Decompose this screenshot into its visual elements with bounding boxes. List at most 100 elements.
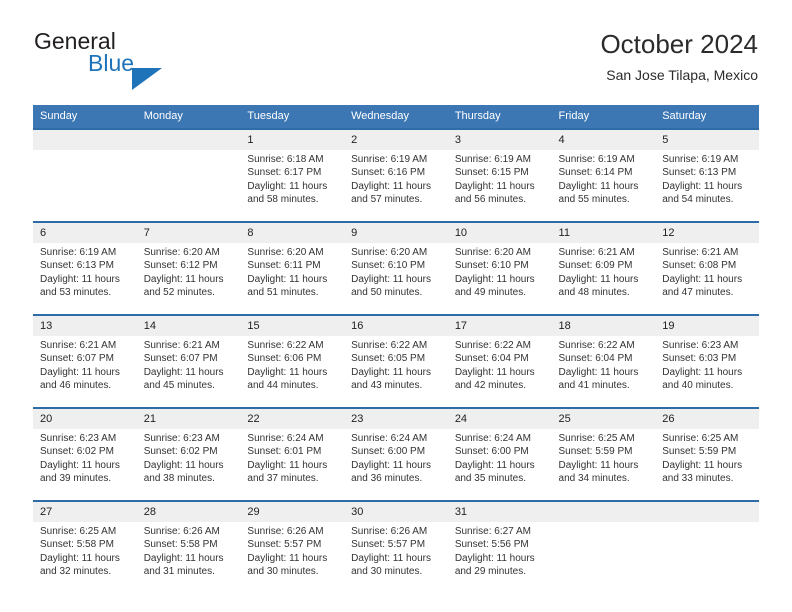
sunrise-text: Sunrise: 6:23 AM <box>143 433 220 444</box>
weekday-header-tuesday: Tuesday <box>240 105 345 128</box>
day-cell[interactable] <box>136 150 241 221</box>
day-number[interactable] <box>33 130 137 150</box>
sunrise-text: Sunrise: 6:23 AM <box>40 433 117 444</box>
day-cell[interactable]: Sunrise: 6:26 AM Sunset: 5:57 PM Dayligh… <box>240 522 345 593</box>
sunset-text: Sunset: 6:06 PM <box>247 353 322 365</box>
daylight-text-line1: Daylight: 11 hours <box>662 366 743 378</box>
day-cell[interactable]: Sunrise: 6:21 AM Sunset: 6:07 PM Dayligh… <box>33 336 137 407</box>
general-blue-logo[interactable]: General Blue <box>34 28 274 90</box>
day-number[interactable]: 3 <box>447 130 552 150</box>
day-number[interactable]: 31 <box>447 502 552 522</box>
daylight-text-line2: and 55 minutes. <box>558 194 630 206</box>
day-number[interactable]: 17 <box>447 316 552 336</box>
day-number[interactable]: 13 <box>33 316 137 336</box>
day-cell[interactable]: Sunrise: 6:26 AM Sunset: 5:58 PM Dayligh… <box>136 522 241 593</box>
sunset-text: Sunset: 6:00 PM <box>454 446 529 458</box>
day-cell[interactable]: Sunrise: 6:19 AM Sunset: 6:15 PM Dayligh… <box>447 150 552 221</box>
daylight-text-line2: and 33 minutes. <box>662 473 734 485</box>
day-number[interactable]: 29 <box>240 502 345 522</box>
day-cell[interactable]: Sunrise: 6:22 AM Sunset: 6:05 PM Dayligh… <box>344 336 448 407</box>
day-cell[interactable]: Sunrise: 6:23 AM Sunset: 6:02 PM Dayligh… <box>33 429 137 500</box>
day-number[interactable]: 20 <box>33 409 137 429</box>
day-cell[interactable]: Sunrise: 6:21 AM Sunset: 6:09 PM Dayligh… <box>551 243 656 314</box>
day-number[interactable]: 26 <box>655 409 759 429</box>
daylight-text-line1: Daylight: 11 hours <box>454 459 535 471</box>
day-cell[interactable]: Sunrise: 6:25 AM Sunset: 5:59 PM Dayligh… <box>655 429 759 500</box>
day-number[interactable]: 10 <box>447 223 552 243</box>
day-cell[interactable]: Sunrise: 6:20 AM Sunset: 6:12 PM Dayligh… <box>136 243 241 314</box>
daylight-text-line1: Daylight: 11 hours <box>558 273 639 285</box>
daylight-text-line2: and 35 minutes. <box>454 473 526 485</box>
sunset-text: Sunset: 6:02 PM <box>40 446 114 458</box>
day-number[interactable]: 28 <box>136 502 241 522</box>
day-number[interactable]: 1 <box>240 130 345 150</box>
day-number[interactable]: 23 <box>344 409 448 429</box>
sunrise-text: Sunrise: 6:26 AM <box>247 526 324 537</box>
calendar-page: General Blue October 2024 San Jose Tilap… <box>0 0 792 612</box>
day-cell[interactable] <box>655 522 759 593</box>
calendar-header-row: Sunday Monday Tuesday Wednesday Thursday… <box>33 105 759 128</box>
day-number[interactable]: 9 <box>344 223 448 243</box>
day-cell[interactable]: Sunrise: 6:19 AM Sunset: 6:13 PM Dayligh… <box>33 243 137 314</box>
day-cell[interactable]: Sunrise: 6:22 AM Sunset: 6:06 PM Dayligh… <box>240 336 345 407</box>
day-cell[interactable]: Sunrise: 6:20 AM Sunset: 6:10 PM Dayligh… <box>447 243 552 314</box>
day-number[interactable]: 16 <box>344 316 448 336</box>
day-number[interactable]: 15 <box>240 316 345 336</box>
day-number[interactable]: 18 <box>551 316 656 336</box>
title-block: October 2024 San Jose Tilapa, Mexico <box>600 28 758 84</box>
sunset-text: Sunset: 6:10 PM <box>351 260 426 272</box>
day-cell[interactable]: Sunrise: 6:25 AM Sunset: 5:59 PM Dayligh… <box>551 429 656 500</box>
day-cell[interactable]: Sunrise: 6:24 AM Sunset: 6:00 PM Dayligh… <box>447 429 552 500</box>
day-number[interactable]: 21 <box>136 409 241 429</box>
day-cell[interactable]: Sunrise: 6:19 AM Sunset: 6:16 PM Dayligh… <box>344 150 448 221</box>
day-cell[interactable]: Sunrise: 6:23 AM Sunset: 6:03 PM Dayligh… <box>655 336 759 407</box>
day-number[interactable]: 6 <box>33 223 137 243</box>
day-number[interactable]: 7 <box>136 223 241 243</box>
day-number[interactable]: 8 <box>240 223 345 243</box>
day-cell[interactable]: Sunrise: 6:22 AM Sunset: 6:04 PM Dayligh… <box>447 336 552 407</box>
day-cell[interactable]: Sunrise: 6:19 AM Sunset: 6:13 PM Dayligh… <box>655 150 759 221</box>
day-number[interactable]: 25 <box>551 409 656 429</box>
sunset-text: Sunset: 5:59 PM <box>662 446 737 458</box>
week-4-daynumbers: 20 21 22 23 24 25 26 <box>33 409 759 429</box>
daylight-text-line2: and 38 minutes. <box>143 473 215 485</box>
day-cell[interactable]: Sunrise: 6:20 AM Sunset: 6:10 PM Dayligh… <box>344 243 448 314</box>
daylight-text-line2: and 39 minutes. <box>40 473 112 485</box>
day-number[interactable]: 5 <box>655 130 759 150</box>
sunset-text: Sunset: 6:12 PM <box>143 260 218 272</box>
sunset-text: Sunset: 6:09 PM <box>558 260 633 272</box>
day-cell[interactable]: Sunrise: 6:24 AM Sunset: 6:00 PM Dayligh… <box>344 429 448 500</box>
day-cell[interactable]: Sunrise: 6:18 AM Sunset: 6:17 PM Dayligh… <box>240 150 345 221</box>
daylight-text-line1: Daylight: 11 hours <box>351 459 431 471</box>
day-number[interactable]: 19 <box>655 316 759 336</box>
day-cell[interactable]: Sunrise: 6:25 AM Sunset: 5:58 PM Dayligh… <box>33 522 137 593</box>
day-number[interactable] <box>136 130 241 150</box>
day-cell[interactable]: Sunrise: 6:19 AM Sunset: 6:14 PM Dayligh… <box>551 150 656 221</box>
day-number[interactable]: 4 <box>551 130 656 150</box>
daylight-text-line2: and 58 minutes. <box>247 194 319 206</box>
day-number[interactable]: 14 <box>136 316 241 336</box>
day-cell[interactable] <box>551 522 656 593</box>
day-number[interactable] <box>655 502 759 522</box>
day-number[interactable] <box>551 502 656 522</box>
daylight-text-line2: and 40 minutes. <box>662 380 734 392</box>
day-cell[interactable]: Sunrise: 6:20 AM Sunset: 6:11 PM Dayligh… <box>240 243 345 314</box>
day-cell[interactable]: Sunrise: 6:23 AM Sunset: 6:02 PM Dayligh… <box>136 429 241 500</box>
day-number[interactable]: 2 <box>344 130 448 150</box>
day-number[interactable]: 11 <box>551 223 656 243</box>
day-number[interactable]: 27 <box>33 502 137 522</box>
day-cell[interactable]: Sunrise: 6:21 AM Sunset: 6:08 PM Dayligh… <box>655 243 759 314</box>
daylight-text-line1: Daylight: 11 hours <box>247 552 328 564</box>
day-number[interactable]: 30 <box>344 502 448 522</box>
day-cell[interactable]: Sunrise: 6:24 AM Sunset: 6:01 PM Dayligh… <box>240 429 345 500</box>
day-cell[interactable]: Sunrise: 6:27 AM Sunset: 5:56 PM Dayligh… <box>447 522 552 593</box>
day-cell[interactable]: Sunrise: 6:26 AM Sunset: 5:57 PM Dayligh… <box>344 522 448 593</box>
daylight-text-line1: Daylight: 11 hours <box>40 459 120 471</box>
day-cell[interactable] <box>33 150 137 221</box>
day-number[interactable]: 24 <box>447 409 552 429</box>
daylight-text-line2: and 29 minutes. <box>454 566 526 578</box>
day-number[interactable]: 12 <box>655 223 759 243</box>
day-cell[interactable]: Sunrise: 6:22 AM Sunset: 6:04 PM Dayligh… <box>551 336 656 407</box>
day-cell[interactable]: Sunrise: 6:21 AM Sunset: 6:07 PM Dayligh… <box>136 336 241 407</box>
day-number[interactable]: 22 <box>240 409 345 429</box>
